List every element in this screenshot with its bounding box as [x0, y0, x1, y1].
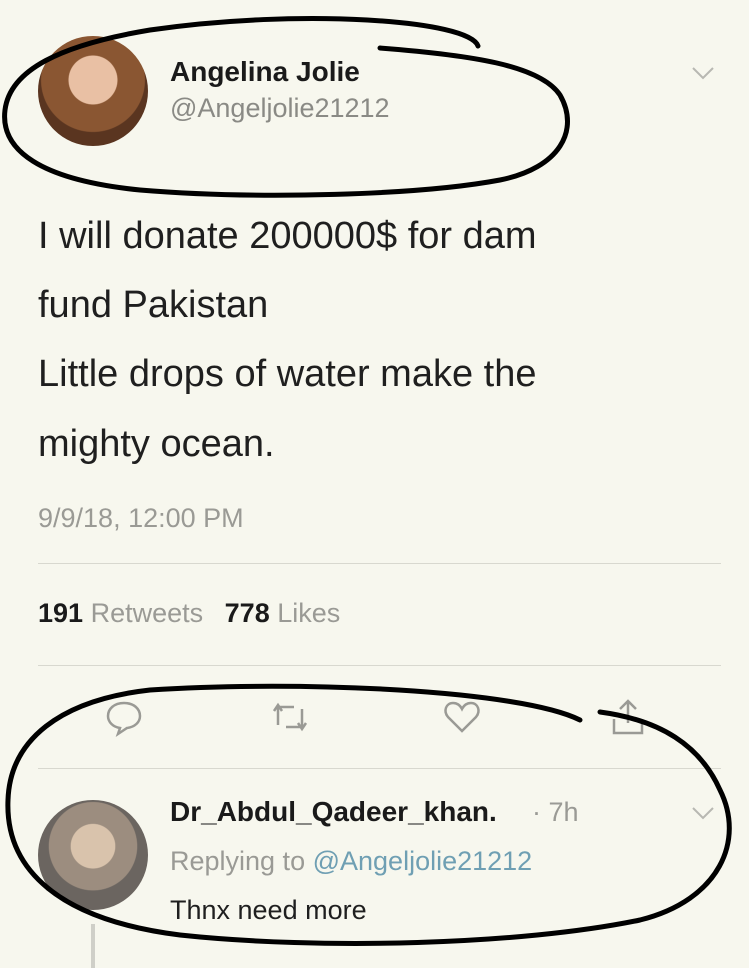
avatar-reply-user[interactable] — [38, 800, 148, 910]
tweet-text-line: I will donate 200000$ for dam — [38, 215, 537, 257]
reply-time: · 7h — [532, 797, 579, 827]
tweet-text-line: mighty ocean. — [38, 423, 275, 465]
share-icon[interactable] — [606, 695, 650, 739]
like-icon[interactable] — [440, 695, 484, 739]
divider — [38, 665, 721, 666]
chevron-down-icon[interactable] — [690, 800, 716, 826]
replying-prefix: Replying to — [170, 846, 306, 876]
tweet-stats: 191 Retweets 778 Likes — [38, 598, 354, 629]
replying-to: Replying to @Angeljolie21212 — [170, 846, 532, 877]
tweet-timestamp: 9/9/18, 12:00 PM — [38, 503, 244, 533]
avatar-angelina-jolie[interactable] — [38, 36, 148, 146]
likes-label[interactable]: Likes — [277, 598, 340, 628]
tweet-text-line: Little drops of water make the — [38, 353, 537, 395]
divider — [38, 768, 721, 769]
divider — [38, 563, 721, 564]
retweet-icon[interactable] — [268, 695, 312, 739]
chevron-down-icon[interactable] — [690, 60, 716, 86]
author-name[interactable]: Angelina Jolie — [170, 56, 360, 88]
author-handle[interactable]: @Angeljolie21212 — [170, 93, 390, 124]
replying-mention[interactable]: @Angeljolie21212 — [313, 846, 533, 876]
reply-icon[interactable] — [102, 695, 146, 739]
tweet-text-line: fund Pakistan — [38, 284, 269, 326]
retweets-label[interactable]: Retweets — [91, 598, 204, 628]
reply-text: Thnx need more — [170, 895, 367, 925]
likes-count[interactable]: 778 — [225, 598, 270, 628]
retweets-count[interactable]: 191 — [38, 598, 83, 628]
reply-author-name[interactable]: Dr_Abdul_Qadeer_khan. — [170, 796, 497, 828]
thread-line — [91, 924, 95, 968]
